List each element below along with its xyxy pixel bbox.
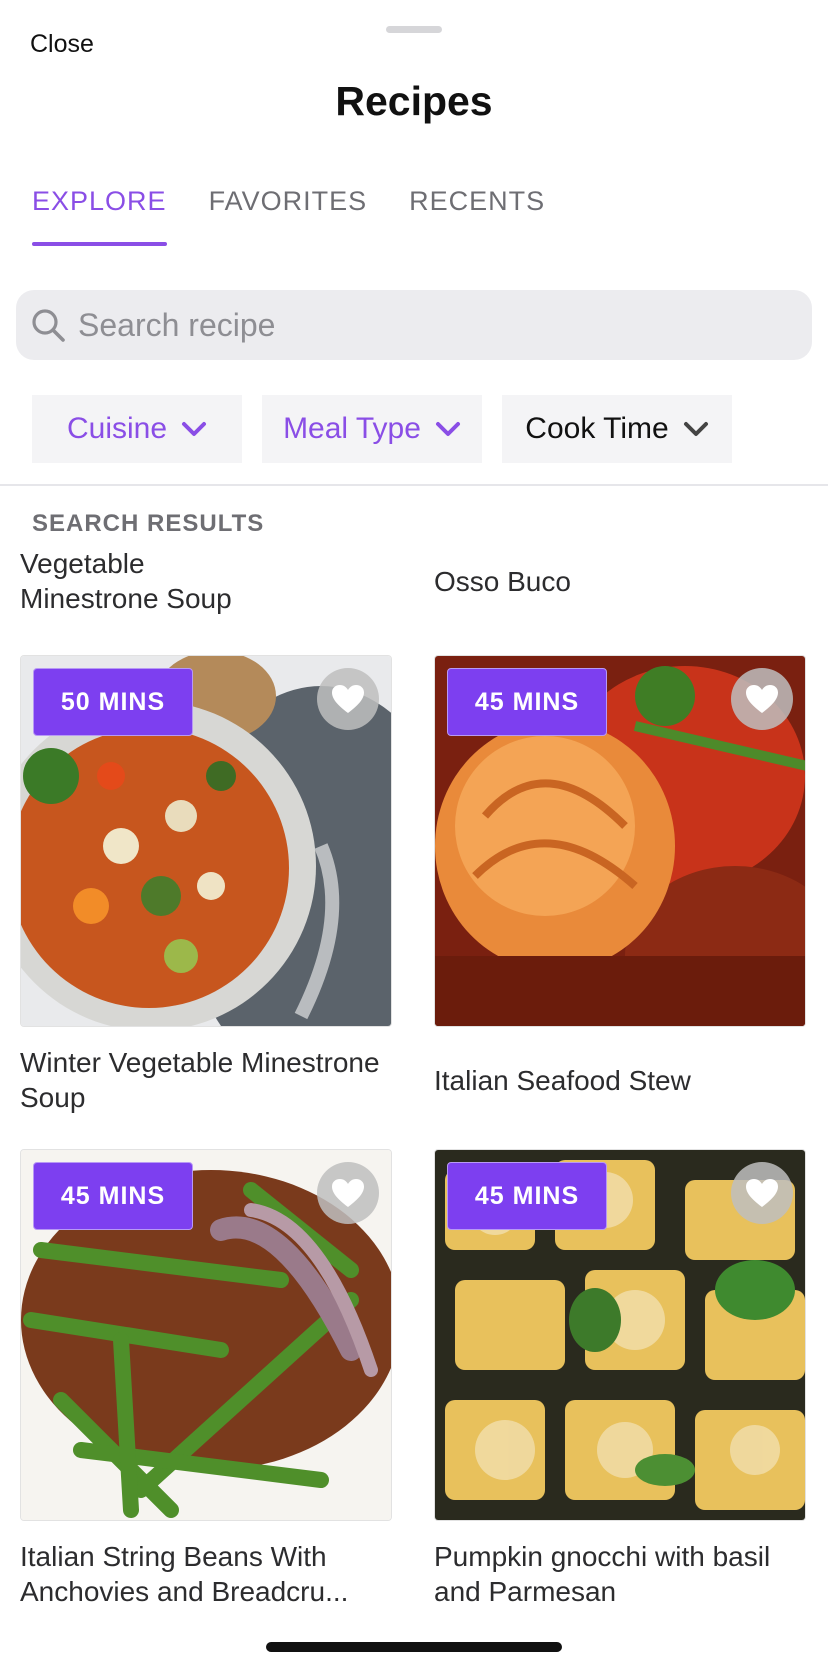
search-bar[interactable] <box>16 290 812 360</box>
favorite-button[interactable] <box>317 1162 379 1224</box>
recipe-title[interactable]: Pumpkin gnocchi with basil and Parmesan <box>434 1539 806 1609</box>
section-label: SEARCH RESULTS <box>32 510 265 537</box>
cook-time-badge: 45 MINS <box>447 1162 607 1230</box>
recipe-image-seafood[interactable]: 45 MINS <box>434 655 806 1027</box>
page-title: Recipes <box>335 78 493 124</box>
cook-time-badge: 45 MINS <box>33 1162 193 1230</box>
heart-icon <box>332 685 364 713</box>
heart-icon <box>746 1179 778 1207</box>
chevron-down-icon <box>683 422 708 436</box>
recipe-title[interactable]: Osso Buco <box>434 564 571 599</box>
chevron-down-icon <box>435 422 460 436</box>
recipe-title[interactable]: Vegetable Minestrone Soup <box>20 546 232 616</box>
divider <box>0 484 828 486</box>
filter-row: Cuisine Meal Type Cook Time <box>32 395 732 463</box>
favorite-button[interactable] <box>317 668 379 730</box>
tab-favorites[interactable]: FAVORITES <box>209 186 368 246</box>
tab-recents[interactable]: RECENTS <box>409 186 545 246</box>
cook-time-badge: 50 MINS <box>33 668 193 736</box>
recipe-title[interactable]: Italian String Beans With Anchovies and … <box>20 1539 392 1609</box>
filter-cook-time[interactable]: Cook Time <box>502 395 732 463</box>
recipe-image-minestrone[interactable]: 50 MINS <box>20 655 392 1027</box>
recipe-image-gnocchi[interactable]: 45 MINS <box>434 1149 806 1521</box>
tab-explore[interactable]: EXPLORE <box>32 186 167 246</box>
chevron-down-icon <box>182 422 207 436</box>
tab-bar: EXPLORE FAVORITES RECENTS <box>32 186 545 246</box>
search-icon <box>32 309 65 342</box>
recipe-title[interactable]: Italian Seafood Stew <box>434 1063 806 1098</box>
heart-icon <box>332 1179 364 1207</box>
sheet-grabber[interactable] <box>386 26 442 33</box>
favorite-button[interactable] <box>731 668 793 730</box>
filter-label: Meal Type <box>283 412 421 445</box>
filter-cuisine[interactable]: Cuisine <box>32 395 242 463</box>
home-indicator <box>266 1642 562 1652</box>
filter-label: Cuisine <box>66 412 168 445</box>
heart-icon <box>746 685 778 713</box>
favorite-button[interactable] <box>731 1162 793 1224</box>
filter-meal-type[interactable]: Meal Type <box>262 395 482 463</box>
recipe-image-string-beans[interactable]: 45 MINS <box>20 1149 392 1521</box>
close-button[interactable]: Close <box>30 30 94 59</box>
recipe-title[interactable]: Winter Vegetable Minestrone Soup <box>20 1045 392 1115</box>
search-input[interactable] <box>78 306 778 344</box>
cook-time-badge: 45 MINS <box>447 668 607 736</box>
filter-label: Cook Time <box>525 412 669 445</box>
